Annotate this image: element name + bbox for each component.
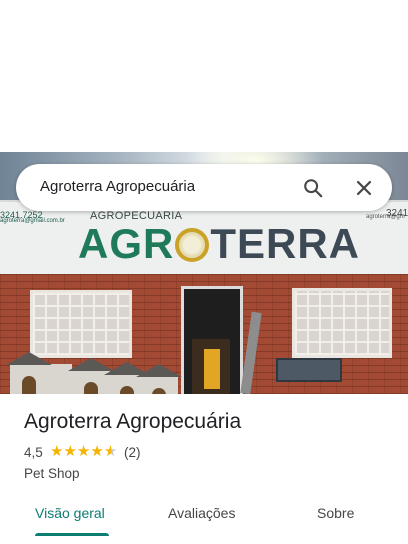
place-title: Agroterra Agropecuária	[24, 410, 242, 433]
half-star-icon: ★	[103, 443, 118, 460]
doghouse	[136, 364, 182, 394]
star-icon: ★	[90, 443, 104, 460]
tab-about[interactable]: Sobre	[317, 505, 354, 521]
search-bar[interactable]: Agroterra Agropecuária	[16, 164, 392, 211]
sign-phone-right: 3241	[386, 208, 408, 219]
search-input[interactable]: Agroterra Agropecuária	[40, 178, 195, 195]
star-rating: ★ ★ ★ ★ ★	[50, 443, 117, 461]
doghouse	[6, 352, 72, 394]
tab-reviews[interactable]: Avaliações	[168, 505, 235, 521]
tab-overview[interactable]: Visão geral	[35, 505, 105, 521]
sign-brand-part2: TERRA	[210, 220, 361, 267]
door-stock	[204, 349, 220, 389]
sign-email-left: agroterra@gmail.com.br	[0, 218, 65, 224]
review-count[interactable]: (2)	[124, 445, 141, 460]
sign-brand: AGR TERRA	[78, 222, 360, 266]
place-category: Pet Shop	[24, 466, 80, 481]
display-shelf	[276, 358, 342, 382]
store-door	[181, 286, 243, 394]
close-icon[interactable]	[354, 178, 374, 198]
search-icon[interactable]	[302, 177, 324, 199]
sign-brand-part1: AGR	[78, 220, 175, 267]
logo-o-icon	[175, 228, 210, 262]
window-right	[292, 288, 392, 358]
active-tab-indicator	[35, 533, 109, 536]
star-icon: ★	[63, 443, 77, 460]
blank-area	[0, 0, 408, 152]
star-icon: ★	[50, 443, 64, 460]
star-icon: ★	[76, 443, 91, 460]
rating-value: 4,5	[24, 445, 43, 460]
window-left	[30, 290, 132, 358]
place-tabs: Visão geral Avaliações Sobre	[0, 496, 408, 544]
